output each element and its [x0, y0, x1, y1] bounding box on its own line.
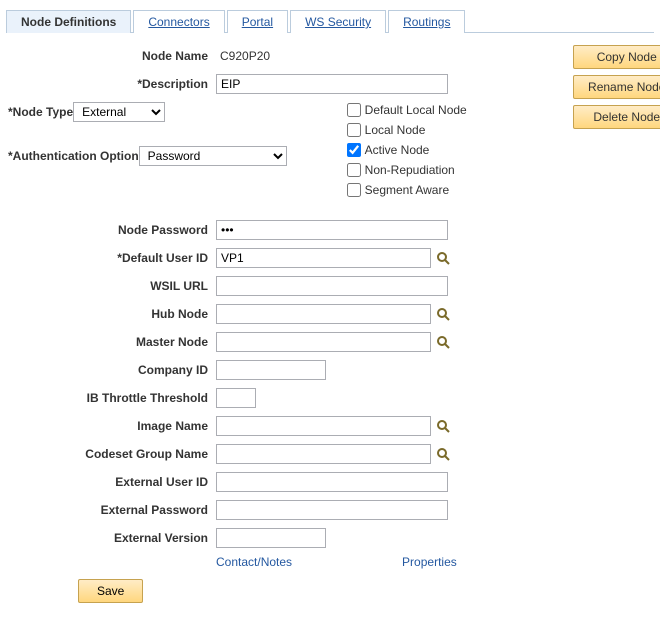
- tab-ws-security[interactable]: WS Security: [290, 10, 386, 33]
- label-ext-version: External Version: [8, 531, 216, 545]
- hub-node-input[interactable]: [216, 304, 431, 324]
- ext-password-input[interactable]: [216, 500, 448, 520]
- master-node-input[interactable]: [216, 332, 431, 352]
- value-node-name: C920P20: [216, 49, 270, 63]
- lookup-icon[interactable]: [435, 306, 451, 322]
- ext-version-input[interactable]: [216, 528, 326, 548]
- label-company-id: Company ID: [8, 363, 216, 377]
- rename-node-button[interactable]: Rename Node: [573, 75, 660, 99]
- label-image-name: Image Name: [8, 419, 216, 433]
- check-default-local-node[interactable]: Default Local Node: [347, 101, 467, 119]
- link-contact-notes[interactable]: Contact/Notes: [216, 555, 292, 569]
- label-node-name: Node Name: [8, 49, 216, 63]
- tab-routings[interactable]: Routings: [388, 10, 465, 33]
- delete-node-button[interactable]: Delete Node: [573, 105, 660, 129]
- wsil-url-input[interactable]: [216, 276, 448, 296]
- label-auth-option: *Authentication Option: [8, 149, 139, 163]
- label-node-password: Node Password: [8, 223, 216, 237]
- label-ext-user-id: External User ID: [8, 475, 216, 489]
- auth-option-select[interactable]: Password: [139, 146, 287, 166]
- default-user-id-input[interactable]: [216, 248, 431, 268]
- company-id-input[interactable]: [216, 360, 326, 380]
- save-button[interactable]: Save: [78, 579, 143, 603]
- label-ext-password: External Password: [8, 503, 216, 517]
- label-codeset-group: Codeset Group Name: [8, 447, 216, 461]
- check-local-node[interactable]: Local Node: [347, 121, 467, 139]
- ib-throttle-input[interactable]: [216, 388, 256, 408]
- ext-user-id-input[interactable]: [216, 472, 448, 492]
- tab-portal[interactable]: Portal: [227, 10, 288, 33]
- check-active-node[interactable]: Active Node: [347, 141, 467, 159]
- check-non-repudiation[interactable]: Non-Repudiation: [347, 161, 467, 179]
- label-hub-node: Hub Node: [8, 307, 216, 321]
- tabs-bar: Node Definitions Connectors Portal WS Se…: [6, 8, 654, 33]
- check-segment-aware[interactable]: Segment Aware: [347, 181, 467, 199]
- tab-connectors[interactable]: Connectors: [133, 10, 224, 33]
- label-node-type: *Node Type: [8, 105, 73, 119]
- lookup-icon[interactable]: [435, 334, 451, 350]
- label-wsil-url: WSIL URL: [8, 279, 216, 293]
- lookup-icon[interactable]: [435, 446, 451, 462]
- description-input[interactable]: [216, 74, 448, 94]
- label-ib-throttle: IB Throttle Threshold: [8, 391, 216, 405]
- tab-node-definitions[interactable]: Node Definitions: [6, 10, 131, 33]
- link-properties[interactable]: Properties: [402, 555, 457, 569]
- lookup-icon[interactable]: [435, 250, 451, 266]
- node-type-select[interactable]: External: [73, 102, 165, 122]
- codeset-group-input[interactable]: [216, 444, 431, 464]
- label-master-node: Master Node: [8, 335, 216, 349]
- copy-node-button[interactable]: Copy Node: [573, 45, 660, 69]
- node-password-input[interactable]: [216, 220, 448, 240]
- label-default-user-id: *Default User ID: [8, 251, 216, 265]
- lookup-icon[interactable]: [435, 418, 451, 434]
- label-description: *Description: [8, 77, 216, 91]
- image-name-input[interactable]: [216, 416, 431, 436]
